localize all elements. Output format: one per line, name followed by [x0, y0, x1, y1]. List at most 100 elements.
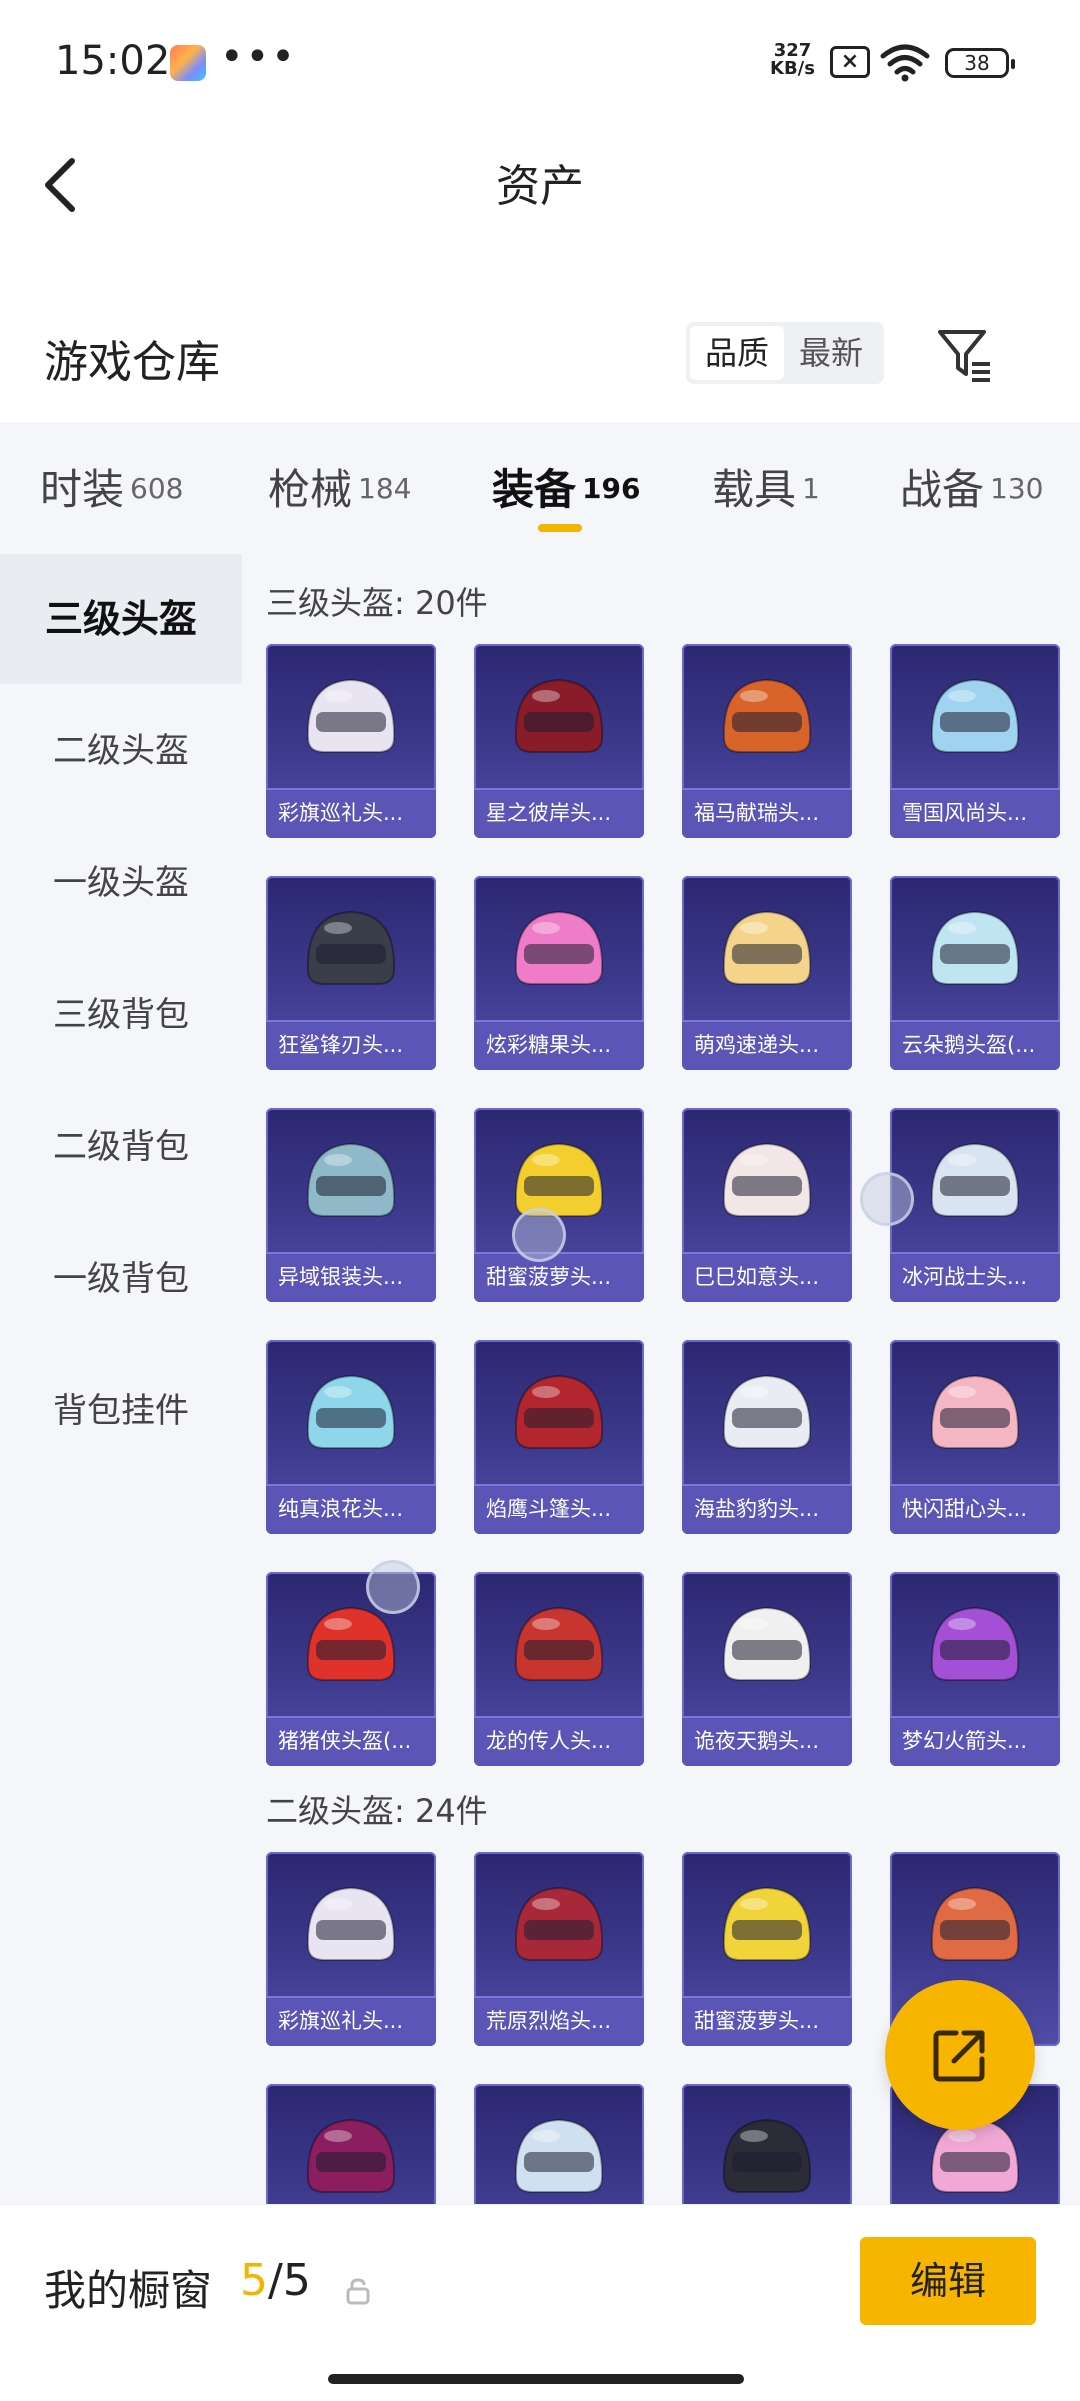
item-card[interactable]: 快闪甜心头... — [890, 1340, 1060, 1534]
share-icon — [933, 2030, 985, 2082]
item-name: 狂鲨锋刃头... — [266, 1020, 436, 1070]
item-name: 荒原烈焰头... — [474, 1996, 644, 2046]
item-name: 梦幻火箭头... — [890, 1716, 1060, 1766]
tab-count: 196 — [582, 472, 641, 505]
helmet-icon — [930, 1606, 1020, 1681]
item-name: 炫彩糖果头... — [474, 1020, 644, 1070]
helmet-icon — [306, 2118, 396, 2193]
tab-equipment[interactable]: 装备 196 — [492, 456, 640, 517]
tab-label: 载具 — [712, 465, 797, 514]
item-name: 焰鹰斗篷头... — [474, 1484, 644, 1534]
helmet-icon — [722, 910, 812, 985]
item-card[interactable] — [682, 2084, 852, 2204]
item-card[interactable]: 云朵鹅头盔(... — [890, 876, 1060, 1070]
game-app-icon — [170, 45, 206, 81]
item-name: 异域银装头... — [266, 1252, 436, 1302]
nav-bar: 资产 — [0, 130, 1080, 230]
lock-icon — [346, 2278, 370, 2305]
item-name: 猪猪侠头盔(... — [266, 1716, 436, 1766]
item-card[interactable]: 彩旗巡礼头... — [266, 1852, 436, 2046]
item-card[interactable]: 龙的传人头... — [474, 1572, 644, 1766]
helmet-icon — [930, 910, 1020, 985]
tab-guns[interactable]: 枪械 184 — [268, 456, 411, 517]
item-card[interactable]: 异域银装头... — [266, 1108, 436, 1302]
helmet-icon — [514, 2118, 604, 2193]
item-name: 彩旗巡礼头... — [266, 1996, 436, 2046]
warehouse-title: 游戏仓库 — [44, 337, 220, 388]
helmet-icon — [722, 1606, 812, 1681]
share-button[interactable] — [885, 1980, 1035, 2130]
tab-count: 1 — [802, 472, 820, 505]
sidebar-item-level2-backpack[interactable]: 二级背包 — [0, 1082, 242, 1212]
item-name: 云朵鹅头盔(... — [890, 1020, 1060, 1070]
item-card[interactable]: 雪国风尚头... — [890, 644, 1060, 838]
item-name: 甜蜜菠萝头... — [474, 1252, 644, 1302]
item-name: 诡夜天鹅头... — [682, 1716, 852, 1766]
helmet-icon — [306, 1374, 396, 1449]
tab-count: 184 — [358, 472, 412, 505]
sidebar-item-level3-helmet[interactable]: 三级头盔 — [0, 554, 242, 684]
item-name: 雪国风尚头... — [890, 788, 1060, 838]
sidebar-item-level1-helmet[interactable]: 一级头盔 — [0, 818, 242, 948]
sidebar-item-level3-backpack[interactable]: 三级背包 — [0, 950, 242, 1080]
item-card[interactable]: 狂鲨锋刃头... — [266, 876, 436, 1070]
item-card[interactable]: 诡夜天鹅头... — [682, 1572, 852, 1766]
item-card[interactable]: 星之彼岸头... — [474, 644, 644, 838]
tab-war-gear[interactable]: 战备 130 — [900, 456, 1043, 517]
tab-label: 时装 — [40, 465, 125, 514]
showcase-bar: 我的橱窗 5/5 编辑 — [0, 2204, 1080, 2401]
network-speed-unit: KB/s — [770, 58, 815, 79]
sidebar-item-level1-backpack[interactable]: 一级背包 — [0, 1214, 242, 1344]
helmet-icon — [514, 1886, 604, 1961]
helmet-icon — [930, 1142, 1020, 1217]
tab-fashion[interactable]: 时装 608 — [40, 456, 183, 517]
item-name: 彩旗巡礼头... — [266, 788, 436, 838]
item-card[interactable]: 甜蜜菠萝头... — [474, 1108, 644, 1302]
item-card[interactable]: 福马献瑞头... — [682, 644, 852, 838]
home-indicator[interactable] — [328, 2374, 744, 2384]
item-card[interactable]: 萌鸡速递头... — [682, 876, 852, 1070]
item-card[interactable]: 纯真浪花头... — [266, 1340, 436, 1534]
sort-toggle: 品质 最新 — [686, 322, 884, 384]
item-card[interactable]: 焰鹰斗篷头... — [474, 1340, 644, 1534]
item-name: 萌鸡速递头... — [682, 1020, 852, 1070]
helmet-icon — [306, 1886, 396, 1961]
helmet-icon — [514, 910, 604, 985]
showcase-separator: / — [268, 2255, 283, 2306]
category-tabs: 时装 608 枪械 184 装备 196 载具 1 战备 130 — [0, 422, 1080, 554]
helmet-icon — [514, 678, 604, 753]
item-card[interactable] — [474, 2084, 644, 2204]
item-card[interactable]: 荒原烈焰头... — [474, 1852, 644, 2046]
showcase-label: 我的橱窗 — [44, 2266, 213, 2315]
sidebar-item-backpack-charm[interactable]: 背包挂件 — [0, 1346, 242, 1476]
item-card[interactable]: 甜蜜菠萝头... — [682, 1852, 852, 2046]
item-card[interactable]: 彩旗巡礼头... — [266, 644, 436, 838]
item-card[interactable]: 巳巳如意头... — [682, 1108, 852, 1302]
sort-option-latest[interactable]: 最新 — [784, 326, 878, 380]
network-speed: 327 KB/s — [770, 42, 815, 78]
helmet-icon — [306, 910, 396, 985]
sort-option-quality[interactable]: 品质 — [690, 326, 784, 380]
showcase-current: 5 — [240, 2255, 268, 2306]
page-title: 资产 — [496, 161, 584, 212]
helmet-icon — [722, 2118, 812, 2193]
sidebar-item-level2-helmet[interactable]: 二级头盔 — [0, 686, 242, 816]
battery-icon: 38 — [945, 48, 1015, 78]
filter-icon[interactable] — [934, 322, 994, 386]
item-grid-area: 三级头盔: 20件 二级头盔: 24件 彩旗巡礼头... 星之彼岸头... 福马献瑞… — [242, 554, 1080, 2204]
item-card[interactable] — [266, 2084, 436, 2204]
item-card[interactable]: 冰河战士头... — [890, 1108, 1060, 1302]
item-name: 海盐豹豹头... — [682, 1484, 852, 1534]
sim-status-icon: × — [830, 46, 870, 78]
tab-count: 130 — [990, 472, 1044, 505]
status-time: 15:02 — [55, 38, 171, 84]
item-card[interactable]: 梦幻火箭头... — [890, 1572, 1060, 1766]
item-card[interactable]: 海盐豹豹头... — [682, 1340, 852, 1534]
touch-indicator — [512, 1208, 566, 1262]
item-card[interactable]: 炫彩糖果头... — [474, 876, 644, 1070]
touch-indicator — [860, 1172, 914, 1226]
tab-vehicles[interactable]: 载具 1 — [712, 456, 820, 517]
edit-button[interactable]: 编辑 — [860, 2237, 1036, 2325]
group-title-level3-helmet: 三级头盔: 20件 — [266, 584, 488, 622]
more-notifications-icon: ••• — [220, 34, 297, 80]
